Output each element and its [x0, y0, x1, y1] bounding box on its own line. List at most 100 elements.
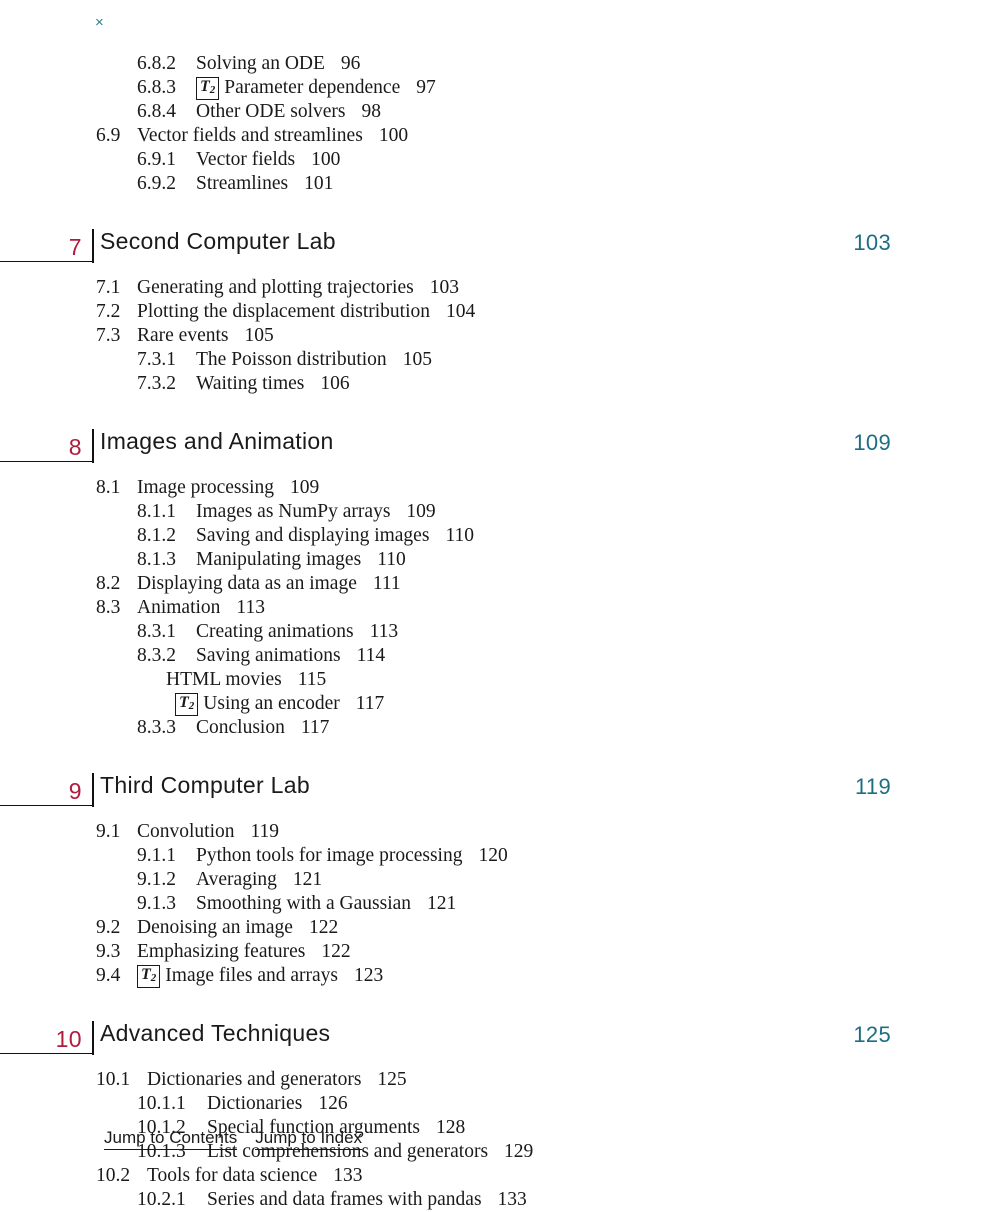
toc-entry-number: 10.2.1: [137, 1189, 186, 1210]
toc-entry-page: 122: [308, 917, 339, 938]
toc-entry-text: Dictionaries and generators 125: [147, 1068, 407, 1092]
toc-entry[interactable]: 6.9.1 Vector fields 100: [0, 148, 988, 172]
toc-entry[interactable]: 7.1 Generating and plotting trajectories 1…: [0, 276, 988, 300]
toc-entry-title: Waiting times: [196, 373, 305, 394]
toc-entry-page: 121: [292, 869, 323, 890]
toc-entry-title: Image processing: [137, 477, 274, 498]
toc-entry-page: 100: [378, 125, 409, 146]
t2-badge-icon: T2: [137, 965, 161, 988]
toc-entry[interactable]: 10.1 Dictionaries and generators 125: [0, 1068, 988, 1092]
toc-entry-title: Averaging: [196, 869, 277, 890]
toc-entry-title: Displaying data as an image: [137, 573, 357, 594]
toc-entry-page: 101: [304, 173, 334, 194]
toc-entry-number: 8.1.3: [137, 549, 176, 570]
toc-entry[interactable]: 9.1.1 Python tools for image processing 12…: [0, 844, 988, 868]
toc-entry-text: Rare events 105: [137, 324, 274, 348]
toc-entry[interactable]: 8.3.2 Saving animations 114: [0, 644, 988, 668]
toc-entry-title: Dictionaries: [207, 1093, 303, 1114]
toc-entry-page: 128: [436, 1117, 466, 1138]
chapter-number: 8: [68, 434, 82, 460]
toc-entry-text: Denoising an image 122: [137, 916, 338, 940]
chapter-heading[interactable]: 10 Advanced Techniques 125: [0, 1018, 988, 1064]
jump-to-contents-link[interactable]: Jump to Contents: [104, 1128, 238, 1150]
toc-entry-number: 6.8.2: [137, 53, 176, 74]
toc-entry[interactable]: 8.2 Displaying data as an image 111: [0, 572, 988, 596]
toc-entry-text: HTML movies 115: [166, 668, 326, 692]
toc-entry-number: 8.1.1: [137, 501, 176, 522]
toc-entry[interactable]: 8.1.3 Manipulating images 110: [0, 548, 988, 572]
toc-entry[interactable]: 9.3 Emphasizing features 122: [0, 940, 988, 964]
top-entries-group: 6.8.2 Solving an ODE 96 6.8.3 T2 Parameter de…: [0, 52, 988, 196]
toc-entry-title: Emphasizing features: [137, 941, 306, 962]
toc-entry-title: The Poisson distribution: [196, 349, 387, 370]
toc-entry-number: 8.1.2: [137, 525, 176, 546]
toc-entry[interactable]: 7.3.1 The Poisson distribution 105: [0, 348, 988, 372]
toc-entry[interactable]: 8.3.3 Conclusion 117: [0, 716, 988, 740]
toc-entry-title: Animation: [137, 597, 221, 618]
toc-entry[interactable]: 8.1.1 Images as NumPy arrays 109: [0, 500, 988, 524]
toc-entry[interactable]: 8.1.2 Saving and displaying images 110: [0, 524, 988, 548]
toc-entry[interactable]: 6.9 Vector fields and streamlines 100: [0, 124, 988, 148]
toc-entry[interactable]: 6.9.2 Streamlines 101: [0, 172, 988, 196]
toc-entry-number: 9.1.1: [137, 845, 176, 866]
close-x-icon[interactable]: ×: [95, 15, 104, 30]
toc-entry[interactable]: 9.4 T2 Image files and arrays 123: [0, 964, 988, 988]
toc-entry[interactable]: 6.8.4 Other ODE solvers 98: [0, 100, 988, 124]
chapter-heading[interactable]: 7 Second Computer Lab 103: [0, 226, 988, 272]
toc-entry-text: Convolution 119: [137, 820, 279, 844]
chapter-heading[interactable]: 8 Images and Animation 109: [0, 426, 988, 472]
toc-entry-title: Using an encoder: [203, 693, 340, 714]
toc-entry[interactable]: 8.3 Animation 113: [0, 596, 988, 620]
toc-entry-title: Manipulating images: [196, 549, 362, 570]
toc-entry-title: Denoising an image: [137, 917, 293, 938]
jump-to-index-link[interactable]: Jump to Index: [255, 1128, 363, 1150]
toc-entry[interactable]: 9.1 Convolution 119: [0, 820, 988, 844]
toc-entry[interactable]: 9.2 Denoising an image 122: [0, 916, 988, 940]
toc-entry[interactable]: 9.1.3 Smoothing with a Gaussian 121: [0, 892, 988, 916]
toc-entry-number: 8.3.2: [137, 645, 176, 666]
toc-entry-text: Creating animations 113: [196, 620, 398, 644]
toc-entry[interactable]: T2 Using an encoder 117: [0, 692, 988, 716]
toc-entry-number: 8.3.3: [137, 717, 176, 738]
toc-entry-title: Image files and arrays: [165, 965, 338, 986]
toc-entry[interactable]: 8.3.1 Creating animations 113: [0, 620, 988, 644]
toc-entry[interactable]: 6.8.2 Solving an ODE 96: [0, 52, 988, 76]
toc-entry-text: Smoothing with a Gaussian 121: [196, 892, 456, 916]
toc-entry[interactable]: 10.2 Tools for data science 133: [0, 1164, 988, 1188]
toc-entry-number: 8.3.1: [137, 621, 176, 642]
toc-entry[interactable]: 9.1.2 Averaging 121: [0, 868, 988, 892]
toc-entry[interactable]: 7.3 Rare events 105: [0, 324, 988, 348]
toc-entry[interactable]: 8.1 Image processing 109: [0, 476, 988, 500]
toc-entry-text: The Poisson distribution 105: [196, 348, 432, 372]
toc-entry-page: 110: [377, 549, 406, 570]
toc-entry-page: 133: [333, 1165, 363, 1186]
toc-entry-text: Other ODE solvers 98: [196, 100, 381, 124]
toc-entry[interactable]: HTML movies 115: [0, 668, 988, 692]
chapter-vertical-rule: [92, 1021, 94, 1055]
chapter-heading[interactable]: 9 Third Computer Lab 119: [0, 770, 988, 816]
toc-entry-title: Plotting the displacement distribution: [137, 301, 431, 322]
chapters-group: 7 Second Computer Lab 103 7.1 Generating and…: [0, 226, 988, 1212]
toc-entry[interactable]: 7.3.2 Waiting times 106: [0, 372, 988, 396]
toc-entry[interactable]: 6.8.3 T2 Parameter dependence 97: [0, 76, 988, 100]
toc-entry-text: Plotting the displacement distribution 10…: [137, 300, 475, 324]
toc-entry-number: 9.1.2: [137, 869, 176, 890]
toc-entry-text: Streamlines 101: [196, 172, 333, 196]
chapter-vertical-rule: [92, 429, 94, 463]
chapter-title: Third Computer Lab: [100, 772, 310, 798]
chapter-title: Second Computer Lab: [100, 228, 336, 254]
toc-entry-text: Dictionaries 126: [207, 1092, 348, 1116]
t2-badge-icon: T2: [175, 693, 199, 716]
toc-entry[interactable]: 10.1.1 Dictionaries 126: [0, 1092, 988, 1116]
toc-entry-title: Solving an ODE: [196, 53, 325, 74]
toc-entry[interactable]: 10.2.1 Series and data frames with pandas…: [0, 1188, 988, 1212]
toc-entry-title: Convolution: [137, 821, 235, 842]
toc-entry-text: Python tools for image processing 120: [196, 844, 508, 868]
toc-entry-page: 109: [290, 477, 320, 498]
toc-entry-number: 9.3: [96, 941, 121, 962]
toc-entry-number: 6.9.1: [137, 149, 176, 170]
toc-entry[interactable]: 7.2 Plotting the displacement distributio…: [0, 300, 988, 324]
toc-entry-page: 110: [445, 525, 474, 546]
toc-entry-number: 6.9.2: [137, 173, 176, 194]
toc-entry-number: 8.2: [96, 573, 121, 594]
